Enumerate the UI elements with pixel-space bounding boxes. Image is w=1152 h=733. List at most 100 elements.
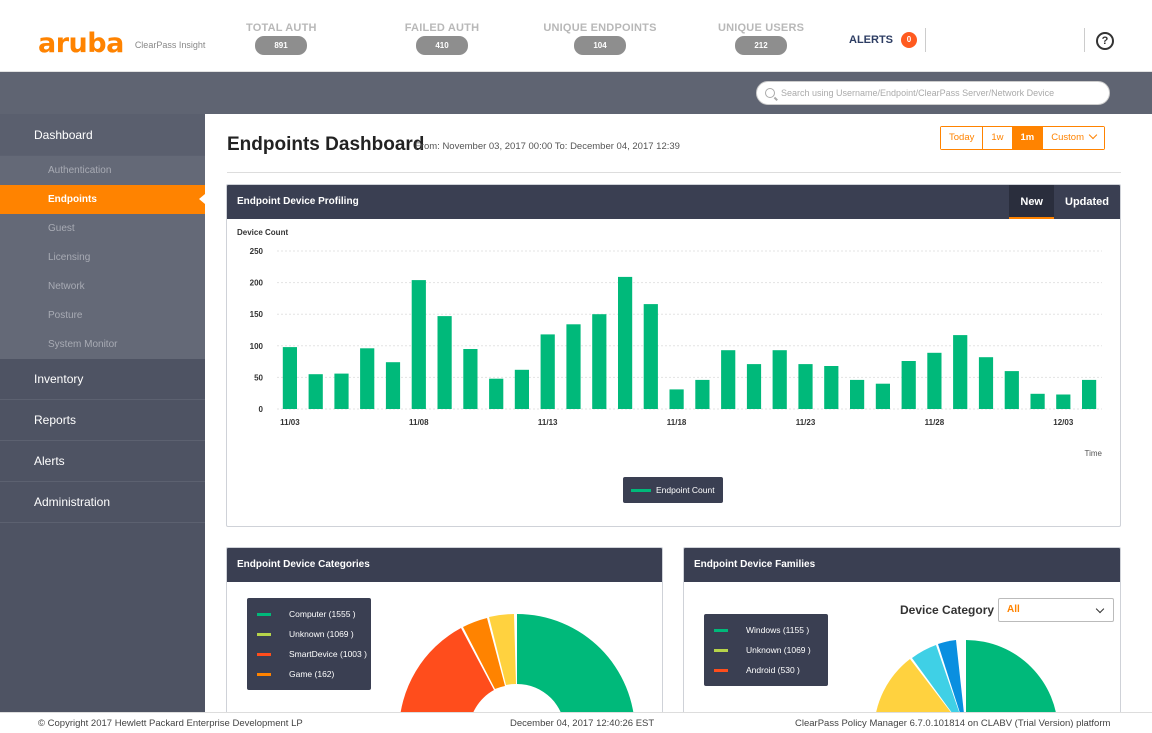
legend-label: Windows (1155 ) — [746, 625, 810, 635]
legend-label: SmartDevice (1003 ) — [289, 649, 367, 659]
tab-updated[interactable]: Updated — [1054, 185, 1120, 219]
help-circle-icon[interactable]: ? — [1096, 32, 1114, 50]
pie-slice-windows[interactable] — [966, 640, 1058, 712]
bar-11/22[interactable] — [772, 350, 787, 409]
sidebar-item-dashboard[interactable]: Dashboard — [0, 114, 205, 156]
sidebar-item-administration[interactable]: Administration — [0, 482, 205, 523]
legend-label: Unknown (1069 ) — [289, 629, 354, 639]
search-strip — [0, 72, 1152, 114]
panel-header: Endpoint Device Categories — [227, 548, 662, 582]
bar-12/01[interactable] — [1004, 371, 1019, 409]
bar-12/02[interactable] — [1030, 393, 1045, 409]
top-bar: aruba ClearPass Insight TOTAL AUTH 891 F… — [0, 0, 1152, 72]
bar-11/28[interactable] — [927, 352, 942, 409]
sidebar-item-reports[interactable]: Reports — [0, 400, 205, 441]
sidebar-item-guest[interactable]: Guest — [0, 214, 205, 243]
sidebar-item-network[interactable]: Network — [0, 272, 205, 301]
sidebar: Dashboard Authentication Endpoints Guest… — [0, 114, 205, 712]
stat-failed-auth[interactable]: FAILED AUTH 410 — [402, 22, 482, 55]
tab-new[interactable]: New — [1009, 185, 1054, 219]
bar-11/15[interactable] — [592, 314, 607, 409]
bar-11/07[interactable] — [385, 362, 401, 409]
panel-header: Endpoint Device Profiling New Updated — [227, 185, 1120, 219]
bar-11/13[interactable] — [540, 334, 555, 409]
bar-11/30[interactable] — [978, 357, 994, 409]
bar-11/14[interactable] — [566, 324, 581, 409]
bar-11/25[interactable] — [850, 379, 865, 409]
bar-11/21[interactable] — [746, 364, 762, 409]
legend-item[interactable]: Game (162) — [247, 664, 371, 684]
sidebar-item-licensing[interactable]: Licensing — [0, 243, 205, 272]
legend-swatch — [257, 672, 271, 676]
sidebar-item-authentication[interactable]: Authentication — [0, 156, 205, 185]
categories-panel: Endpoint Device Categories Computer (155… — [226, 547, 663, 712]
legend-label: Unknown (1069 ) — [746, 645, 811, 655]
bar-11/09[interactable] — [437, 316, 452, 409]
range-1w-button[interactable]: 1w — [983, 127, 1013, 149]
bar-11/29[interactable] — [953, 335, 968, 409]
platform-text: ClearPass Policy Manager 6.7.0.101814 on… — [795, 718, 1111, 729]
bar-11/05[interactable] — [334, 373, 349, 409]
sidebar-item-alerts[interactable]: Alerts — [0, 441, 205, 482]
range-custom-button[interactable]: Custom — [1043, 127, 1104, 149]
legend-item[interactable]: SmartDevice (1003 ) — [247, 644, 371, 664]
device-category-select[interactable]: All — [998, 598, 1115, 622]
bar-12/03[interactable] — [1056, 394, 1071, 410]
divider — [1084, 28, 1085, 52]
x-tick-label: 11/13 — [538, 418, 558, 427]
range-custom-label: Custom — [1051, 132, 1084, 143]
bar-12/04[interactable] — [1082, 379, 1097, 409]
range-1m-button[interactable]: 1m — [1012, 127, 1044, 149]
stat-label: UNIQUE ENDPOINTS — [543, 22, 657, 34]
bar-11/08[interactable] — [411, 280, 426, 409]
panel-header: Endpoint Device Families — [684, 548, 1120, 582]
chevron-down-icon — [1088, 130, 1098, 140]
chart-legend[interactable]: Endpoint Count — [623, 477, 723, 503]
y-tick-label: 0 — [259, 405, 264, 414]
alerts-button[interactable]: ALERTS 0 — [849, 32, 917, 48]
bar-11/04[interactable] — [308, 374, 323, 409]
bar-11/03[interactable] — [282, 347, 297, 409]
legend-item[interactable]: Computer (1555 ) — [247, 604, 371, 624]
brand-logo[interactable]: aruba ClearPass Insight — [38, 28, 205, 59]
bar-11/26[interactable] — [875, 383, 890, 409]
bar-11/19[interactable] — [695, 379, 710, 409]
stat-unique-users[interactable]: UNIQUE USERS 212 — [718, 22, 804, 55]
bar-11/27[interactable] — [901, 361, 916, 409]
bar-11/10[interactable] — [463, 349, 478, 409]
divider — [227, 172, 1121, 173]
legend-swatch — [257, 652, 271, 656]
bar-11/06[interactable] — [360, 348, 375, 409]
alerts-count-badge: 0 — [901, 32, 917, 48]
y-tick-label: 250 — [250, 247, 264, 256]
legend-swatch — [714, 668, 728, 672]
legend-item[interactable]: Android (530 ) — [704, 660, 828, 680]
sidebar-item-endpoints[interactable]: Endpoints — [0, 185, 205, 214]
sidebar-item-posture[interactable]: Posture — [0, 301, 205, 330]
stat-value: 891 — [255, 36, 307, 55]
stat-total-auth[interactable]: TOTAL AUTH 891 — [246, 22, 316, 55]
legend-item[interactable]: Unknown (1069 ) — [704, 640, 828, 660]
bar-11/17[interactable] — [643, 304, 658, 409]
device-category-filter: Device Category All — [900, 598, 1115, 622]
bar-11/23[interactable] — [798, 364, 813, 409]
search-input[interactable] — [781, 88, 1101, 98]
families-legend: Windows (1155 ) Unknown (1069 ) Android … — [704, 614, 828, 686]
sidebar-item-inventory[interactable]: Inventory — [0, 359, 205, 400]
sidebar-item-system-monitor[interactable]: System Monitor — [0, 330, 205, 359]
footer: © Copyright 2017 Hewlett Packard Enterpr… — [0, 712, 1152, 733]
stat-unique-endpoints[interactable]: UNIQUE ENDPOINTS 104 — [540, 22, 660, 55]
search-box[interactable] — [756, 81, 1110, 105]
x-tick-label: 11/28 — [925, 418, 945, 427]
legend-item[interactable]: Unknown (1069 ) — [247, 624, 371, 644]
bar-11/24[interactable] — [824, 366, 839, 409]
bar-11/11[interactable] — [489, 378, 504, 409]
range-today-button[interactable]: Today — [941, 127, 984, 149]
bar-11/16[interactable] — [618, 276, 633, 409]
bar-11/18[interactable] — [669, 389, 684, 409]
donut-slice-computer[interactable] — [517, 614, 635, 712]
legend-item[interactable]: Windows (1155 ) — [704, 620, 828, 640]
bar-11/20[interactable] — [721, 350, 736, 409]
bar-11/12[interactable] — [514, 369, 529, 409]
x-tick-label: 11/18 — [667, 418, 687, 427]
